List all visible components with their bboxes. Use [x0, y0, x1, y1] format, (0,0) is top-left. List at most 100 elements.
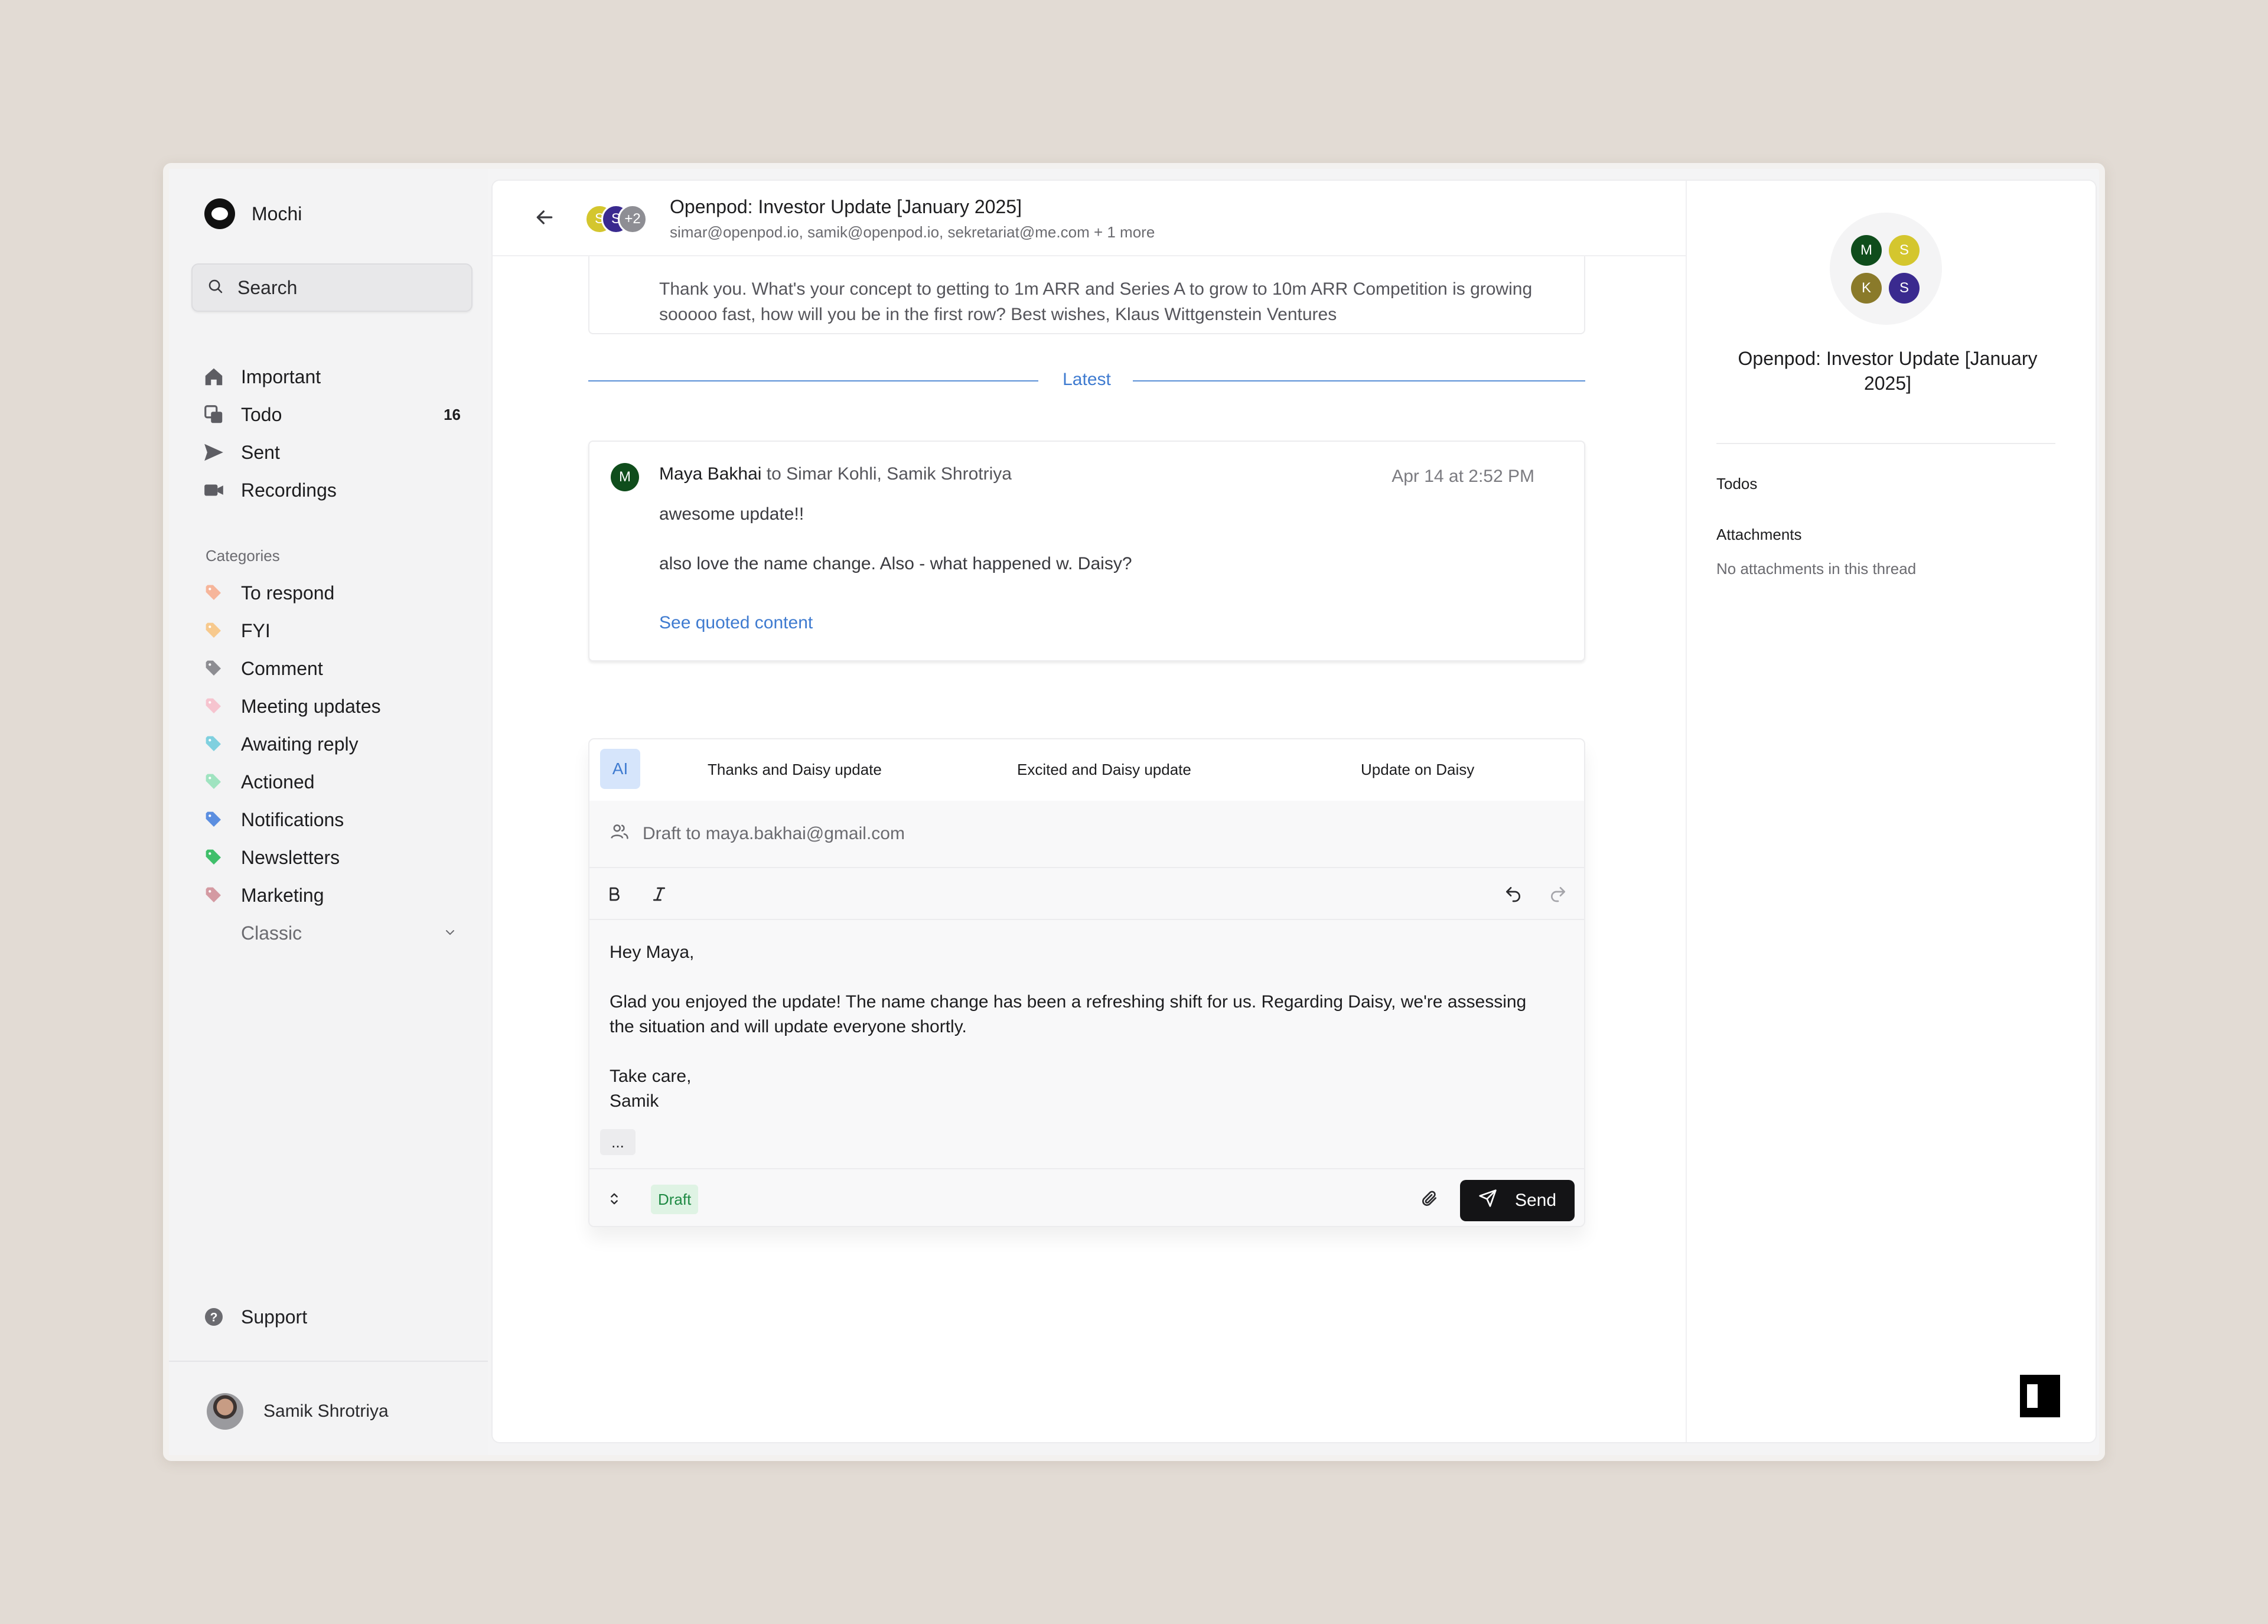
home-icon [201, 364, 227, 390]
category-meeting-updates[interactable]: Meeting updates [201, 687, 461, 725]
classic-label: Classic [241, 922, 302, 944]
editor-greeting: Hey Maya, [610, 943, 695, 962]
todos-section-label: Todos [1716, 475, 1758, 493]
redo-icon[interactable] [1546, 882, 1570, 906]
nav-item-sent[interactable]: Sent [201, 433, 461, 471]
ai-suggestion[interactable]: Thanks and Daisy update [708, 761, 882, 779]
category-label: Newsletters [241, 846, 340, 868]
todo-icon [201, 402, 227, 428]
send-icon [201, 439, 227, 465]
support-label: Support [241, 1306, 308, 1328]
back-arrow-icon[interactable] [533, 206, 556, 232]
brand[interactable]: Mochi [204, 198, 302, 229]
nav-item-recordings[interactable]: Recordings [201, 471, 461, 509]
category-label: Actioned [241, 771, 315, 793]
send-icon [1478, 1189, 1497, 1212]
category-comment[interactable]: Comment [201, 650, 461, 687]
search-icon [207, 278, 224, 298]
participant-avatar-cluster: M S K S [1830, 213, 1942, 325]
participant-avatars[interactable]: S S +2 [585, 204, 647, 234]
category-label: Comment [241, 657, 323, 679]
thread-view: Thank you. What's your concept to gettin… [493, 181, 1686, 1442]
nav-item-todo[interactable]: Todo 16 [201, 396, 461, 433]
nav-label: Recordings [241, 479, 337, 501]
ai-suggestion[interactable]: Update on Daisy [1361, 761, 1474, 779]
ai-button[interactable]: AI [600, 749, 640, 789]
thread-details-panel: M S K S Openpod: Investor Update [Januar… [1686, 181, 2096, 1442]
divider [1716, 443, 2055, 444]
message-date: Apr 14 at 2:52 PM [1392, 467, 1534, 486]
reply-composer: AI Thanks and Daisy update Excited and D… [588, 738, 1585, 1227]
category-label: FYI [241, 619, 271, 641]
tag-icon [201, 735, 227, 754]
message-header: Maya Bakhai to Simar Kohli, Samik Shrotr… [659, 464, 1012, 484]
see-quoted-content-link[interactable]: See quoted content [659, 613, 813, 633]
draft-recipient-field[interactable]: Draft to maya.bakhai@gmail.com [589, 801, 1584, 868]
main-panel: Thank you. What's your concept to gettin… [491, 180, 2097, 1443]
tag-icon [201, 583, 227, 602]
expand-collapse-icon[interactable] [602, 1187, 626, 1211]
tag-icon [201, 810, 227, 829]
category-marketing[interactable]: Marketing [201, 876, 461, 914]
category-newsletters[interactable]: Newsletters [201, 839, 461, 876]
format-toolbar [589, 868, 1584, 920]
show-trimmed-button[interactable]: ... [600, 1129, 636, 1155]
category-classic-toggle[interactable]: Classic [201, 914, 461, 952]
latest-divider: Latest [588, 369, 1585, 392]
avatar [207, 1393, 243, 1430]
undo-icon[interactable] [1501, 882, 1525, 906]
nav-label: Todo [241, 403, 282, 425]
search-input[interactable]: Search [191, 263, 472, 312]
no-attachments-text: No attachments in this thread [1716, 560, 1917, 578]
previous-message-text: Thank you. What's your concept to gettin… [659, 279, 1533, 324]
avatar: S [1889, 235, 1920, 266]
category-label: To respond [241, 582, 335, 604]
italic-icon[interactable] [647, 882, 671, 906]
editor-signature: Samik [610, 1091, 659, 1111]
thread-recipients: simar@openpod.io, samik@openpod.io, sekr… [670, 223, 1155, 241]
category-notifications[interactable]: Notifications [201, 801, 461, 839]
category-actioned[interactable]: Actioned [201, 763, 461, 801]
user-name: Samik Shrotriya [263, 1401, 389, 1421]
category-awaiting-reply[interactable]: Awaiting reply [201, 725, 461, 763]
tag-icon [201, 659, 227, 678]
category-label: Marketing [241, 884, 324, 906]
avatar: S [1889, 273, 1920, 304]
todo-count-badge: 16 [444, 405, 461, 423]
nav-item-important[interactable]: Important [201, 358, 461, 396]
nav-label: Sent [241, 441, 280, 463]
nav-label: Important [241, 366, 321, 387]
details-title: Openpod: Investor Update [January 2025] [1738, 348, 2038, 394]
thread-header: S S +2 Openpod: Investor Update [January… [493, 181, 1686, 256]
bold-icon[interactable] [602, 882, 626, 906]
category-fyi[interactable]: FYI [201, 612, 461, 650]
support-link[interactable]: ? Support [201, 1304, 307, 1330]
tag-icon [201, 621, 227, 640]
send-button[interactable]: Send [1460, 1180, 1575, 1221]
category-label: Awaiting reply [241, 733, 359, 755]
message-card[interactable]: M Maya Bakhai to Simar Kohli, Samik Shro… [588, 441, 1585, 661]
message-body-line: also love the name change. Also - what h… [659, 554, 1132, 573]
users-icon [610, 821, 630, 846]
avatar: M [1851, 235, 1882, 266]
paperclip-icon[interactable] [1418, 1187, 1441, 1211]
message-editor[interactable]: Hey Maya, Glad you enjoyed the update! T… [610, 940, 1555, 1114]
attachments-section-label: Attachments [1716, 526, 1802, 543]
floating-widget-icon[interactable] [2020, 1375, 2060, 1417]
search-label: Search [237, 276, 298, 298]
main-nav: Important Todo 16 Sent Recordings [201, 358, 461, 509]
mochi-logo [204, 198, 235, 229]
categories-list: To respond FYI Comment Meeting updates A… [201, 574, 461, 952]
ai-suggestion[interactable]: Excited and Daisy update [1017, 761, 1191, 779]
sender-name: Maya Bakhai [659, 464, 762, 484]
avatar: K [1851, 273, 1882, 304]
message-recipients: Simar Kohli, Samik Shrotriya [786, 464, 1012, 484]
category-to-respond[interactable]: To respond [201, 574, 461, 612]
message-body-line: awesome update!! [659, 504, 804, 524]
user-profile[interactable]: Samik Shrotriya [169, 1361, 488, 1461]
draft-to-label: Draft to maya.bakhai@gmail.com [643, 824, 905, 843]
editor-closing: Take care, [610, 1067, 692, 1086]
app-name: Mochi [252, 203, 302, 224]
tag-icon [201, 697, 227, 716]
svg-text:?: ? [210, 1311, 218, 1325]
